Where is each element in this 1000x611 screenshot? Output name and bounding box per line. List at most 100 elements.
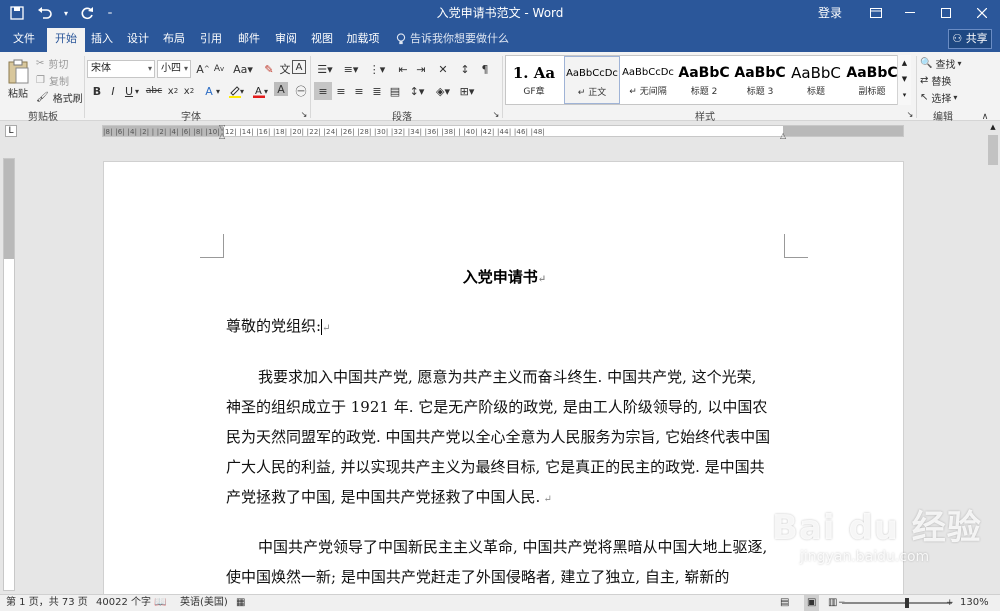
page-count[interactable]: 第 1 页，共 73 页: [6, 595, 88, 611]
chevron-up-icon[interactable]: ▲: [898, 55, 911, 71]
paragraph-2-text: 中国共产党领导了中国新民主主义革命, 中国共产党将黑暗从中国大地上驱逐, 使中国…: [226, 538, 768, 586]
align-left-icon[interactable]: ≡: [314, 82, 332, 100]
more-styles-icon[interactable]: ▾: [898, 87, 911, 103]
zoom-slider[interactable]: [842, 602, 952, 604]
bullets-icon[interactable]: ☰▾: [314, 60, 336, 78]
maximize-icon[interactable]: [928, 0, 964, 26]
style-item-no-spacing[interactable]: AaBbCcDc ↵ 无间隔: [620, 56, 676, 104]
character-border-icon[interactable]: A: [292, 60, 306, 74]
macro-record-icon[interactable]: ▦: [236, 595, 245, 611]
zoom-level[interactable]: 130%: [960, 595, 989, 611]
tab-file[interactable]: 文件: [4, 26, 44, 52]
show-marks-icon[interactable]: ¶: [476, 60, 494, 78]
document-page[interactable]: 入党申请书↵ 尊敬的党组织:↵ 我要求加入中国共产党, 愿意为共产主义而奋斗终生…: [103, 161, 904, 601]
style-item-normal[interactable]: AaBbCcDc ↵ 正文: [564, 56, 620, 104]
increase-indent-icon[interactable]: ⇥: [412, 60, 430, 78]
tab-mailings[interactable]: 邮件: [232, 26, 266, 52]
customize-qat-icon[interactable]: ₌: [104, 2, 116, 24]
right-indent-marker[interactable]: △: [780, 131, 786, 140]
tab-layout[interactable]: 布局: [158, 26, 190, 52]
read-mode-icon[interactable]: ▤: [780, 595, 789, 611]
tab-references[interactable]: 引用: [194, 26, 228, 52]
minimize-icon[interactable]: [892, 0, 928, 26]
redo-icon[interactable]: [76, 2, 98, 24]
tab-home[interactable]: 开始: [47, 28, 85, 52]
scroll-thumb[interactable]: [988, 135, 998, 165]
find-button[interactable]: 🔍 查找 ▾: [920, 56, 961, 71]
vertical-ruler[interactable]: [3, 158, 15, 591]
word-count[interactable]: 40022 个字: [96, 595, 151, 611]
format-painter-button[interactable]: 🖌 格式刷: [36, 90, 83, 105]
login-link[interactable]: 登录: [818, 0, 842, 26]
tab-insert[interactable]: 插入: [86, 26, 118, 52]
asian-layout-icon[interactable]: ✕: [434, 60, 452, 78]
highlight-dropdown-icon[interactable]: ▾: [238, 82, 246, 100]
document-heading[interactable]: 入党申请书↵: [104, 266, 903, 287]
salutation-paragraph[interactable]: 尊敬的党组织:↵: [226, 314, 776, 341]
proofing-icon[interactable]: 📖: [154, 595, 166, 611]
copy-button[interactable]: ❐ 复制: [36, 73, 69, 88]
styles-scroll[interactable]: ▲ ▼ ▾: [897, 55, 911, 105]
line-spacing-icon[interactable]: ↕▾: [406, 82, 428, 100]
strikethrough-icon[interactable]: abc: [144, 82, 164, 100]
share-button[interactable]: ⚇ 共享: [948, 29, 992, 49]
styles-dialog-launcher-icon[interactable]: ↘: [905, 109, 915, 119]
align-right-icon[interactable]: ≡: [350, 82, 368, 100]
body-paragraph-1[interactable]: 我要求加入中国共产党, 愿意为共产主义而奋斗终生. 中国共产党, 这个光荣, 神…: [226, 362, 776, 515]
shading-icon[interactable]: ◈▾: [432, 82, 454, 100]
superscript-icon[interactable]: x2: [180, 82, 198, 100]
style-item-gf-chapter[interactable]: 1. Aa GF章: [506, 56, 562, 104]
body-paragraph-2[interactable]: 中国共产党领导了中国新民主主义革命, 中国共产党将黑暗从中国大地上驱逐, 使中国…: [226, 532, 776, 592]
shrink-font-icon[interactable]: Av: [210, 60, 228, 78]
tab-selector[interactable]: L: [5, 125, 17, 137]
multilevel-list-icon[interactable]: ⋮▾: [366, 60, 388, 78]
change-case-icon[interactable]: Aa▾: [232, 60, 254, 78]
font-dialog-launcher-icon[interactable]: ↘: [299, 109, 309, 119]
paragraph-dialog-launcher-icon[interactable]: ↘: [491, 109, 501, 119]
character-shading-icon[interactable]: A: [274, 82, 288, 96]
style-item-subtitle[interactable]: AaBbC 副标题: [844, 56, 900, 104]
paste-button[interactable]: 粘贴: [4, 56, 32, 102]
chevron-down-icon[interactable]: ▼: [898, 71, 911, 87]
save-icon[interactable]: [6, 2, 28, 24]
zoom-in-icon[interactable]: +: [946, 595, 954, 611]
scroll-up-icon[interactable]: ▲: [986, 121, 1000, 133]
borders-icon[interactable]: ⊞▾: [456, 82, 478, 100]
underline-dropdown-icon[interactable]: ▾: [132, 82, 142, 100]
select-button[interactable]: ↖ 选择 ▾: [920, 90, 957, 105]
tell-me-box[interactable]: 告诉我你想要做什么: [396, 26, 509, 52]
paste-label: 粘贴: [8, 88, 28, 100]
decrease-indent-icon[interactable]: ⇤: [394, 60, 412, 78]
font-size-combo[interactable]: 小四 ▾: [157, 60, 191, 78]
sort-icon[interactable]: ↕: [456, 60, 474, 78]
text-effects-dropdown-icon[interactable]: ▾: [214, 82, 222, 100]
tab-review[interactable]: 审阅: [270, 26, 302, 52]
font-name-combo[interactable]: 宋体 ▾: [87, 60, 155, 78]
font-color-dropdown-icon[interactable]: ▾: [262, 82, 270, 100]
close-icon[interactable]: [964, 0, 1000, 26]
replace-button[interactable]: ⇄ 替换: [920, 73, 951, 88]
style-item-heading-3[interactable]: AaBbC 标题 3: [732, 56, 788, 104]
style-item-heading-2[interactable]: AaBbC 标题 2: [676, 56, 732, 104]
print-layout-icon[interactable]: ▣: [804, 595, 820, 611]
chevron-down-icon: ▾: [183, 64, 188, 73]
distributed-icon[interactable]: ▤: [386, 82, 404, 100]
justify-icon[interactable]: ≣: [368, 82, 386, 100]
zoom-slider-thumb[interactable]: [905, 598, 909, 608]
group-divider: [84, 56, 85, 118]
align-center-icon[interactable]: ≡: [332, 82, 350, 100]
vertical-scrollbar[interactable]: ▲: [986, 121, 1000, 594]
language-indicator[interactable]: 英语(美国): [180, 595, 228, 611]
cut-button[interactable]: ✂ 剪切: [36, 56, 68, 71]
enclose-characters-icon[interactable]: ㊀: [292, 82, 310, 100]
tab-view[interactable]: 视图: [306, 26, 338, 52]
style-item-title[interactable]: AaBbC 标题: [788, 56, 844, 104]
undo-dropdown-icon[interactable]: ▾: [62, 2, 70, 24]
ribbon-display-options-icon[interactable]: [858, 0, 894, 26]
web-layout-icon[interactable]: ▥: [828, 595, 837, 611]
tab-design[interactable]: 设计: [122, 26, 154, 52]
tab-addins[interactable]: 加载项: [342, 26, 384, 52]
numbering-icon[interactable]: ≡▾: [340, 60, 362, 78]
undo-icon[interactable]: [34, 2, 56, 24]
hanging-indent-marker[interactable]: △: [219, 131, 225, 140]
